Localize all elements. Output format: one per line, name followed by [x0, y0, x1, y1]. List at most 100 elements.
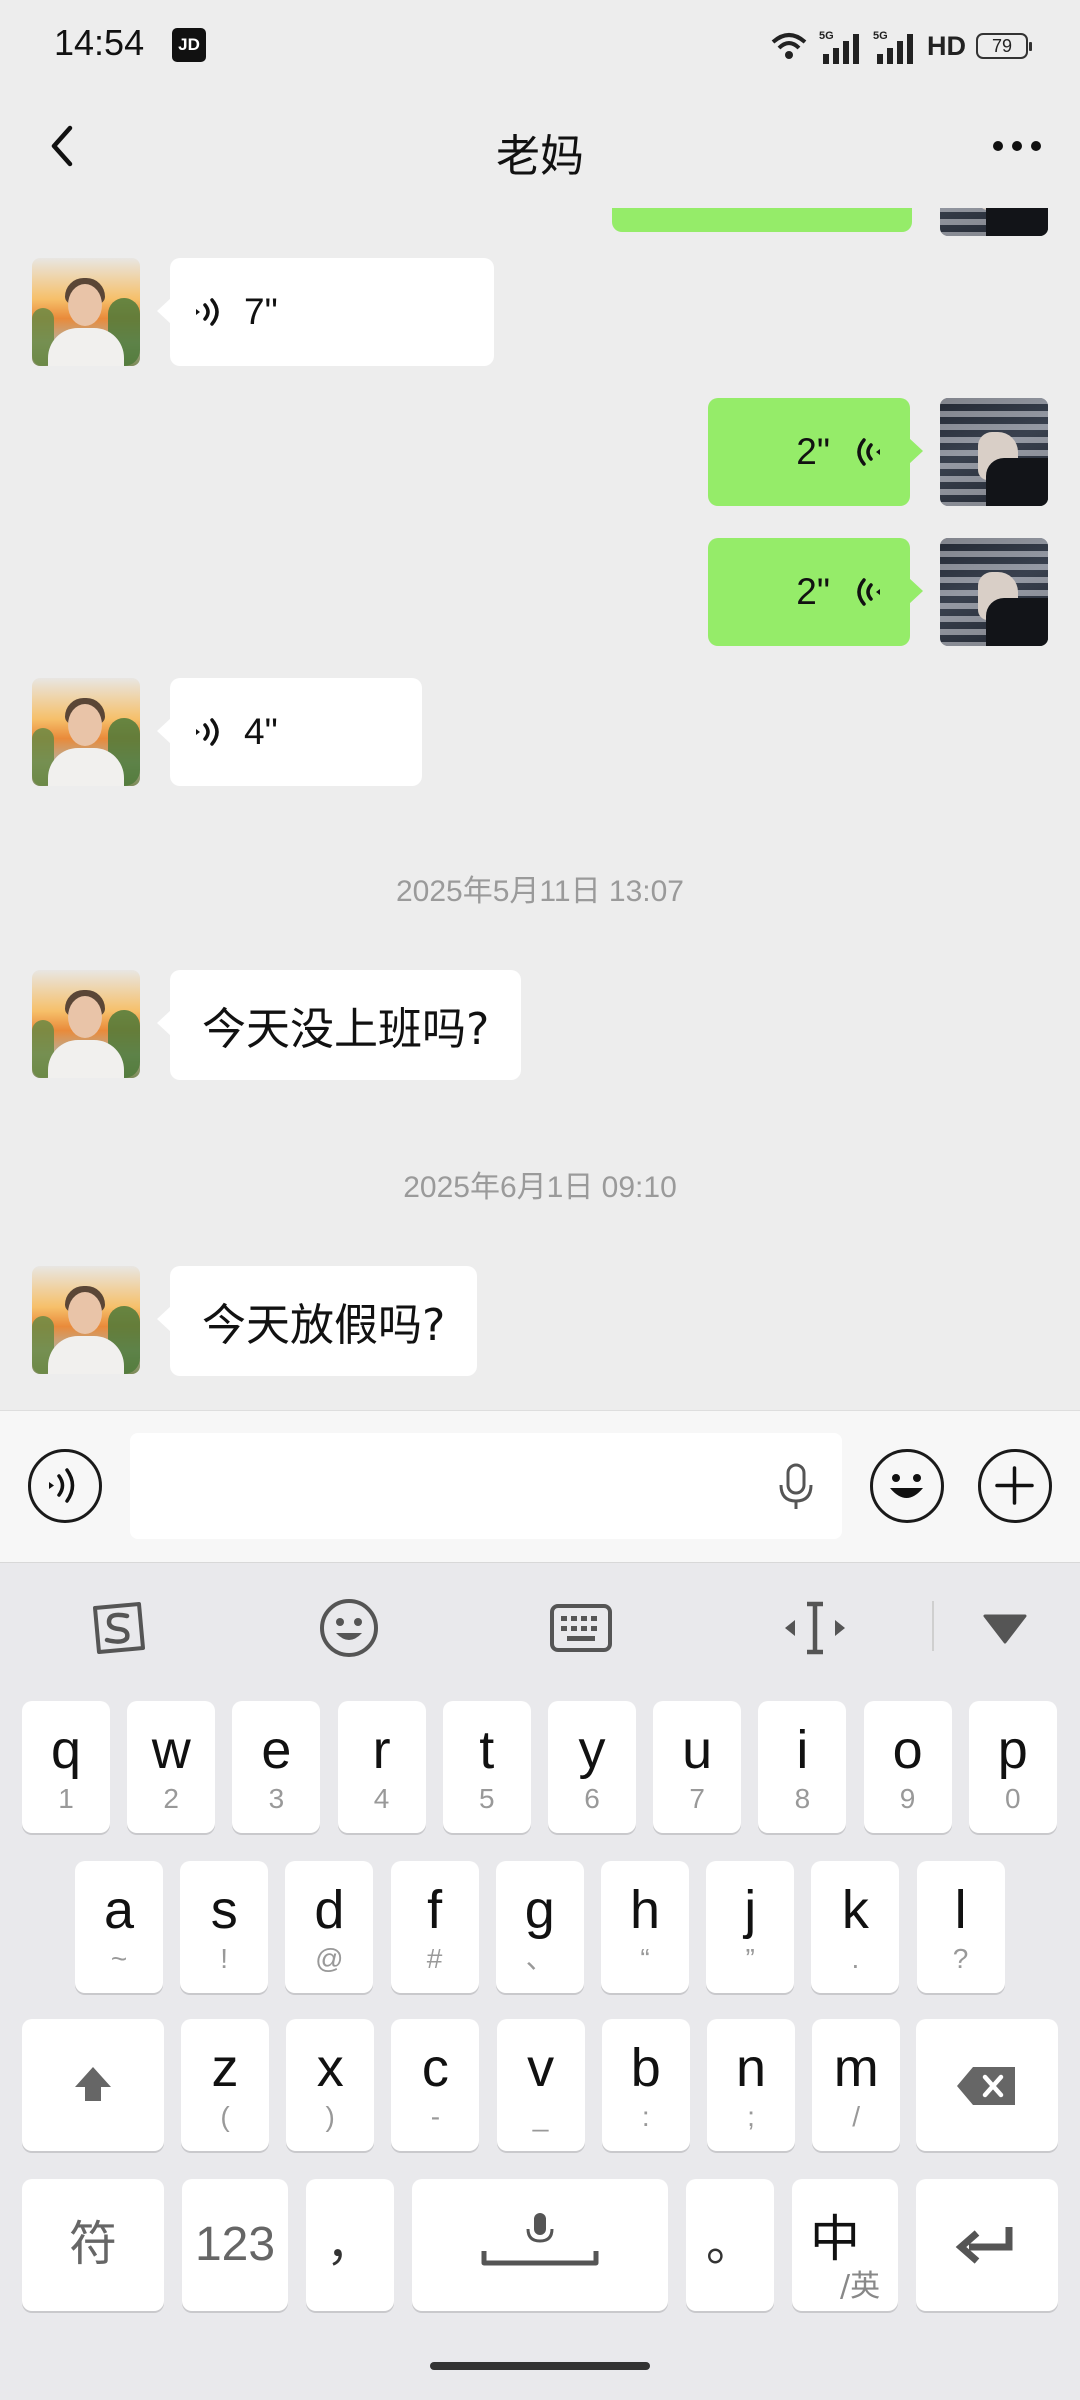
key-e[interactable]: e3	[232, 1701, 321, 1833]
key-secondary-label: 1	[58, 1783, 74, 1814]
mom-avatar[interactable]	[32, 1266, 140, 1374]
text-message[interactable]: 今天放假吗?	[156, 1266, 478, 1376]
key-label: z	[211, 2038, 239, 2098]
number-key-label: 123	[194, 2218, 276, 2271]
key-secondary-label: 5	[479, 1783, 495, 1814]
backspace-icon	[957, 2067, 1015, 2105]
key-h[interactable]: h “	[601, 1861, 689, 1993]
space-key[interactable]	[412, 2179, 668, 2311]
emoji-icon	[890, 1474, 923, 1498]
key-m[interactable]: m /	[812, 2019, 901, 2151]
key-b[interactable]: b:	[601, 2019, 690, 2151]
key-secondary-label: :	[641, 2101, 650, 2132]
voice-message[interactable]: 2"	[708, 538, 923, 646]
chat-header: 老妈	[0, 90, 1080, 208]
language-switch-key[interactable]: 中 /英	[792, 2179, 898, 2311]
key-o[interactable]: o9	[863, 1701, 952, 1833]
voice-message[interactable]: 2"	[708, 398, 923, 506]
plus-icon	[995, 1466, 1034, 1505]
voice-message[interactable]: 7"	[157, 258, 494, 366]
message-text: 今天没上班吗?	[202, 1004, 490, 1055]
enter-key[interactable]	[916, 2179, 1058, 2311]
soft-keyboard: q1w2e3r4t5y6u7i8o9p0 a ~ s! d @ f # g、 h “j” k. l? …	[0, 1562, 1080, 2400]
key-u[interactable]: u7	[653, 1701, 742, 1833]
key-z[interactable]: z(	[181, 2019, 269, 2151]
key-g[interactable]: g、	[495, 1861, 584, 1993]
key-secondary-label: #	[426, 1943, 443, 1974]
voice-toggle-button[interactable]	[28, 1449, 102, 1523]
sogou-logo-icon	[93, 1602, 145, 1654]
message-list[interactable]: 7" 2" 2" 4" 2025年5月11日 13:07 今天没上班吗? 202…	[0, 208, 1080, 1410]
key-v[interactable]: v _	[496, 2019, 585, 2151]
key-a[interactable]: a ~	[75, 1861, 163, 1993]
key-p[interactable]: p0	[968, 1701, 1057, 1833]
mom-avatar[interactable]	[32, 258, 140, 366]
key-q[interactable]: q1	[22, 1701, 110, 1833]
enter-arrow-icon	[955, 2227, 1013, 2264]
backspace-key[interactable]	[916, 2019, 1058, 2151]
emoji-button[interactable]	[870, 1449, 944, 1523]
comma-key[interactable]: ，	[306, 2179, 394, 2311]
triangle-down-icon	[983, 1614, 1027, 1644]
wifi-icon	[771, 33, 807, 59]
key-label: a	[103, 1880, 135, 1940]
keyboard-switch-button[interactable]	[546, 1593, 616, 1663]
period-key-label: 。	[705, 2218, 754, 2271]
message-text: 今天放假吗?	[202, 1300, 446, 1351]
voice-message[interactable]: 4"	[157, 678, 422, 786]
period-key[interactable]: 。	[686, 2179, 774, 2311]
voice-toggle-icon	[49, 1468, 75, 1503]
key-label: k	[841, 1880, 869, 1940]
key-y[interactable]: y6	[548, 1701, 636, 1833]
symbol-key[interactable]: 符	[22, 2179, 164, 2311]
mom-avatar[interactable]	[32, 678, 140, 786]
key-l[interactable]: l?	[916, 1861, 1005, 1993]
mom-avatar[interactable]	[32, 970, 140, 1078]
microphone-icon[interactable]	[776, 1463, 816, 1511]
sogou-logo-button[interactable]	[82, 1593, 152, 1663]
hide-keyboard-button[interactable]	[970, 1593, 1040, 1663]
voice-wave-icon	[857, 578, 880, 606]
keyboard-emoji-button[interactable]	[314, 1593, 384, 1663]
my-avatar[interactable]	[940, 398, 1048, 506]
key-secondary-label: 7	[689, 1783, 705, 1814]
message-input[interactable]	[130, 1433, 842, 1539]
my-avatar[interactable]	[940, 538, 1048, 646]
key-d[interactable]: d @	[285, 1861, 374, 1993]
key-label: h	[629, 1880, 661, 1940]
shift-key[interactable]	[22, 2019, 164, 2151]
more-button[interactable]	[984, 116, 1050, 176]
key-r[interactable]: r4	[337, 1701, 426, 1833]
message-timestamp: 2025年6月1日 09:10	[403, 1171, 677, 1204]
key-c[interactable]: c-	[391, 2019, 480, 2151]
key-w[interactable]: w2	[127, 1701, 216, 1833]
key-f[interactable]: f #	[390, 1861, 479, 1993]
key-label: g	[524, 1880, 555, 1940]
key-i[interactable]: i8	[758, 1701, 847, 1833]
cursor-move-button[interactable]	[780, 1593, 850, 1663]
key-secondary-label: 9	[899, 1783, 916, 1814]
number-key[interactable]: 123	[182, 2179, 288, 2311]
key-s[interactable]: s!	[180, 1861, 269, 1993]
hd-indicator: HD	[927, 30, 966, 61]
key-t[interactable]: t5	[442, 1701, 531, 1833]
svg-text:5G: 5G	[819, 30, 834, 42]
voice-duration: 2"	[796, 571, 830, 612]
key-label: p	[997, 1720, 1028, 1780]
key-j[interactable]: j”	[706, 1861, 795, 1993]
key-x[interactable]: x)	[286, 2019, 375, 2151]
toolbar-divider	[932, 1601, 934, 1651]
key-k[interactable]: k.	[811, 1861, 900, 1993]
key-secondary-label: .	[851, 1943, 860, 1974]
home-indicator[interactable]	[430, 2362, 650, 2370]
keyboard-icon	[550, 1604, 612, 1652]
text-message[interactable]: 今天没上班吗?	[156, 970, 522, 1080]
plus-button[interactable]	[978, 1449, 1052, 1523]
key-n[interactable]: n;	[707, 2019, 795, 2151]
key-label: i	[796, 1720, 809, 1780]
key-secondary-label: /	[852, 2101, 861, 2132]
previous-message-partial	[612, 208, 912, 232]
key-secondary-label: ~	[110, 1943, 128, 1974]
svg-text:5G: 5G	[873, 30, 888, 42]
status-time: 14:54	[54, 22, 145, 63]
